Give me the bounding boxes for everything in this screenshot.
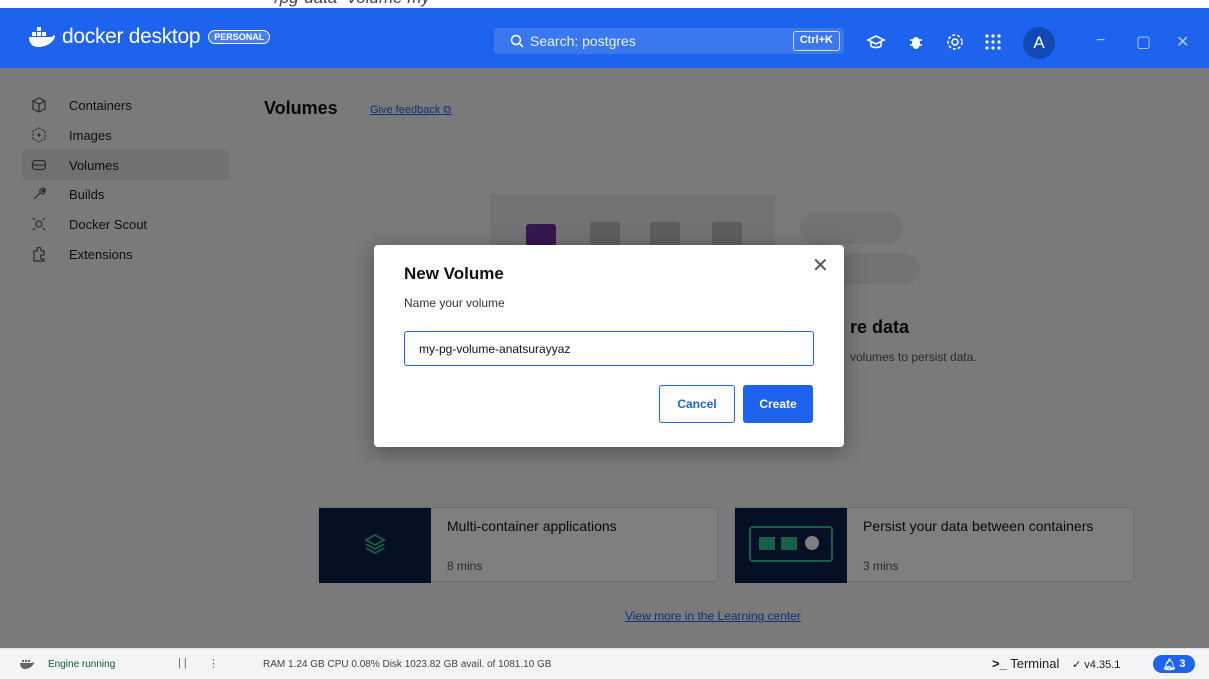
- check-icon: ✓: [1072, 659, 1082, 671]
- terminal-button[interactable]: >_ Terminal: [992, 656, 1059, 671]
- dialog-title: New Volume: [404, 264, 504, 283]
- cancel-button[interactable]: Cancel: [659, 385, 735, 423]
- search-icon: [510, 34, 524, 48]
- user-avatar[interactable]: A: [1023, 27, 1055, 59]
- whale-icon: [29, 27, 55, 47]
- more-options-icon[interactable]: ⋮: [208, 657, 219, 670]
- docker-logo[interactable]: docker desktop PERSONAL: [28, 25, 271, 49]
- notifications-badge[interactable]: 🔔︎ 3: [1153, 655, 1195, 673]
- learning-center-icon[interactable]: [866, 32, 886, 52]
- maximize-icon[interactable]: ▢: [1136, 32, 1151, 52]
- pause-icon[interactable]: | |: [178, 657, 187, 669]
- whale-icon: [20, 660, 34, 669]
- close-window-icon[interactable]: ✕: [1176, 32, 1189, 52]
- top-strip: /pg-data -volume my: [0, 0, 1209, 8]
- engine-status: Engine running: [48, 659, 116, 670]
- top-strip-text: /pg-data -volume my: [275, 0, 430, 8]
- resource-stats: RAM 1.24 GB CPU 0.08% Disk 1023.82 GB av…: [263, 659, 552, 670]
- terminal-icon: >_: [992, 656, 1007, 671]
- status-bar: Engine running | | ⋮ RAM 1.24 GB CPU 0.0…: [0, 648, 1209, 679]
- search-text: Search: postgres: [530, 33, 636, 49]
- brand-name: docker desktop: [62, 25, 201, 48]
- search-shortcut: Ctrl+K: [792, 31, 840, 51]
- bell-icon: 🔔︎: [1162, 658, 1177, 671]
- apps-grid-icon[interactable]: [983, 32, 1003, 52]
- bug-icon[interactable]: [906, 32, 926, 52]
- plan-badge: PERSONAL: [208, 30, 271, 44]
- volume-name-label: Name your volume: [404, 296, 505, 310]
- close-icon[interactable]: ✕: [812, 253, 829, 278]
- version-indicator[interactable]: ✓ v4.35.1: [1072, 658, 1120, 671]
- minimize-icon[interactable]: −: [1096, 32, 1105, 50]
- search-bar[interactable]: Search: postgres Ctrl+K: [494, 28, 844, 54]
- new-volume-dialog: New Volume ✕ Name your volume Cancel Cre…: [374, 245, 844, 447]
- app-header: docker desktop PERSONAL Search: postgres…: [0, 8, 1209, 68]
- settings-gear-icon[interactable]: [945, 32, 965, 52]
- create-button[interactable]: Create: [743, 385, 813, 423]
- volume-name-input[interactable]: [404, 331, 814, 366]
